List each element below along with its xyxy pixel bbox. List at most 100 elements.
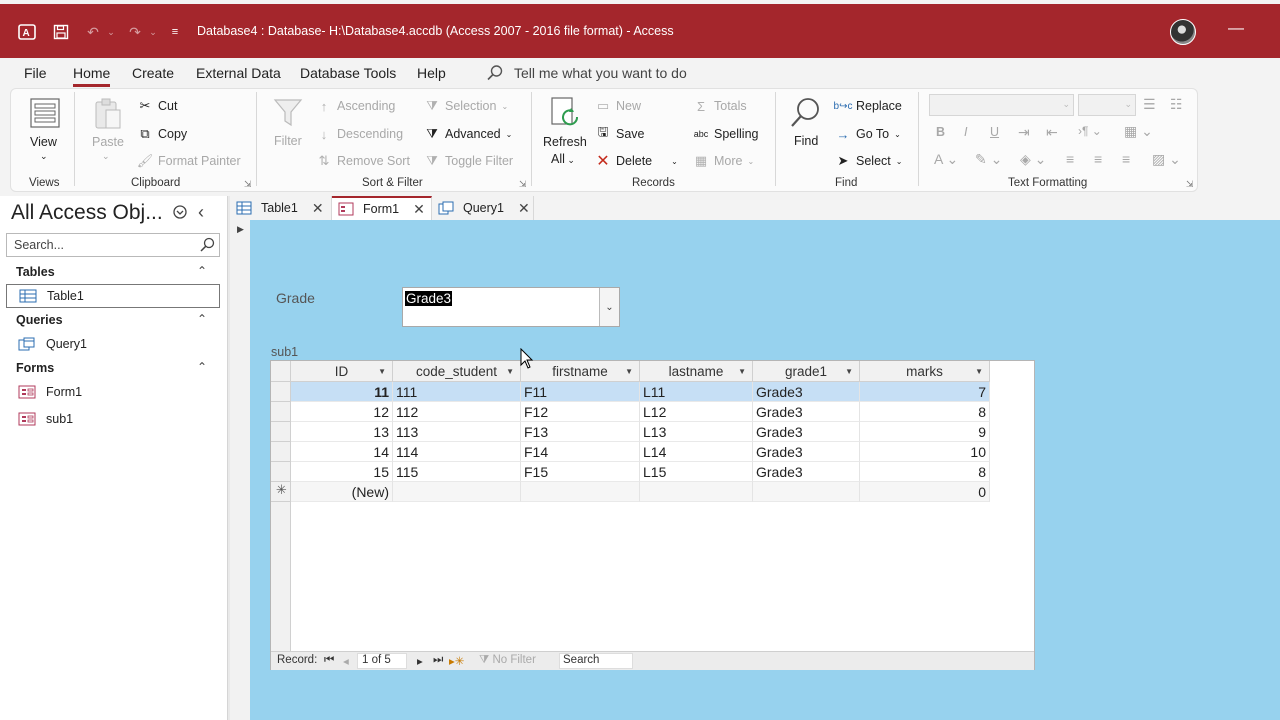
column-header-id[interactable]: ID ▼ bbox=[291, 361, 393, 382]
cell-lastname[interactable]: L13 bbox=[640, 422, 753, 442]
cell-grade1[interactable]: Grade3 bbox=[753, 382, 860, 402]
column-header-marks[interactable]: marks ▼ bbox=[860, 361, 990, 382]
chevron-up-icon[interactable]: ⌃ bbox=[197, 264, 207, 278]
text-formatting-launcher-icon[interactable]: ⇲ bbox=[1186, 179, 1194, 190]
tab-database-tools[interactable]: Database Tools bbox=[300, 65, 396, 81]
filter-icon[interactable] bbox=[273, 97, 303, 129]
row-selector[interactable]: ✳ bbox=[271, 482, 291, 502]
cell-id[interactable]: 15 bbox=[291, 462, 393, 482]
selection-button[interactable]: ⧩ Selection ⌄ bbox=[424, 98, 508, 114]
advanced-button[interactable]: ⧩ Advanced ⌄ bbox=[424, 126, 512, 142]
cell-id[interactable]: 11 bbox=[291, 382, 393, 402]
undo-dropdown-icon[interactable]: ⌄ bbox=[100, 21, 122, 43]
sort-arrow-icon[interactable]: ▼ bbox=[738, 367, 746, 376]
cell-grade1[interactable]: Grade3 bbox=[753, 462, 860, 482]
tab-help[interactable]: Help bbox=[417, 65, 446, 81]
cell-id-new[interactable]: (New) bbox=[291, 482, 393, 502]
nav-group-forms[interactable]: Forms bbox=[16, 361, 54, 375]
tab-home[interactable]: Home bbox=[73, 65, 111, 87]
redo-dropdown-icon[interactable]: ⌄ bbox=[142, 21, 164, 43]
tab-create[interactable]: Create bbox=[132, 65, 174, 81]
select-button[interactable]: ➤ Select ⌄ bbox=[835, 153, 903, 169]
cell-firstname[interactable]: F12 bbox=[521, 402, 640, 422]
highlight-icon[interactable]: ✎ ⌄ bbox=[975, 151, 1002, 168]
bullets-icon[interactable]: ☰ bbox=[1143, 96, 1156, 113]
sort-filter-launcher-icon[interactable]: ⇲ bbox=[519, 179, 527, 190]
doc-tab-table1[interactable]: Table1 ✕ bbox=[230, 196, 332, 220]
cell-lastname[interactable]: L11 bbox=[640, 382, 753, 402]
spelling-button[interactable]: abc Spelling bbox=[693, 126, 759, 142]
first-record-icon[interactable]: ⏮ bbox=[324, 654, 334, 667]
close-icon[interactable]: ✕ bbox=[518, 200, 530, 217]
cell-grade1[interactable]: Grade3 bbox=[753, 442, 860, 462]
alternate-row-color-icon[interactable]: ▨ ⌄ bbox=[1152, 151, 1181, 168]
find-button[interactable]: Find bbox=[794, 134, 818, 148]
cut-button[interactable]: ✂ Cut bbox=[137, 98, 178, 114]
cell-marks[interactable]: 8 bbox=[860, 402, 990, 422]
row-selector[interactable] bbox=[271, 462, 291, 482]
paste-dropdown-icon[interactable]: ⌄ bbox=[102, 151, 110, 162]
align-center-icon[interactable]: ≡ bbox=[1094, 151, 1102, 167]
align-right-icon[interactable]: ≡ bbox=[1122, 151, 1130, 167]
cell-code-student[interactable]: 115 bbox=[393, 462, 521, 482]
column-header-grade1[interactable]: grade1 ▼ bbox=[753, 361, 860, 382]
more-button[interactable]: ▦ More ⌄ bbox=[693, 153, 754, 169]
cell-marks[interactable]: 10 bbox=[860, 442, 990, 462]
cell-lastname[interactable]: L14 bbox=[640, 442, 753, 462]
numbering-icon[interactable]: ☷ bbox=[1170, 96, 1183, 113]
no-filter-button[interactable]: ⧩ No Filter bbox=[479, 654, 536, 667]
cell-marks[interactable]: 8 bbox=[860, 462, 990, 482]
sort-arrow-icon[interactable]: ▼ bbox=[506, 367, 514, 376]
decrease-indent-icon[interactable]: ⇤ bbox=[1046, 124, 1058, 141]
column-header-code-student[interactable]: code_student ▼ bbox=[393, 361, 521, 382]
minimize-button[interactable]: — bbox=[1224, 20, 1248, 42]
current-record-field[interactable]: 1 of 5 bbox=[357, 653, 407, 669]
paste-button[interactable]: Paste bbox=[92, 135, 124, 149]
cell-firstname[interactable]: F13 bbox=[521, 422, 640, 442]
tab-file[interactable]: File bbox=[24, 65, 47, 81]
save-icon[interactable] bbox=[50, 21, 72, 43]
nav-menu-icon[interactable] bbox=[172, 204, 188, 220]
tab-external-data[interactable]: External Data bbox=[196, 65, 281, 81]
row-selector[interactable] bbox=[271, 382, 291, 402]
avatar[interactable] bbox=[1170, 19, 1196, 45]
cell-grade1[interactable] bbox=[753, 482, 860, 502]
cell-id[interactable]: 14 bbox=[291, 442, 393, 462]
sort-arrow-icon[interactable]: ▼ bbox=[845, 367, 853, 376]
column-header-firstname[interactable]: firstname ▼ bbox=[521, 361, 640, 382]
row-selector[interactable] bbox=[271, 442, 291, 462]
nav-search-input[interactable]: Search... bbox=[6, 233, 220, 257]
cell-lastname[interactable] bbox=[640, 482, 753, 502]
cell-code-student[interactable]: 112 bbox=[393, 402, 521, 422]
cell-lastname[interactable]: L12 bbox=[640, 402, 753, 422]
record-search-input[interactable]: Search bbox=[559, 653, 633, 669]
cell-marks[interactable]: 7 bbox=[860, 382, 990, 402]
new-blank-record-icon[interactable]: ▸✳ bbox=[449, 654, 464, 668]
align-left-icon[interactable]: ≡ bbox=[1066, 151, 1074, 167]
customize-toolbar-icon[interactable]: ≡ bbox=[164, 21, 186, 43]
cell-id[interactable]: 12 bbox=[291, 402, 393, 422]
sort-arrow-icon[interactable]: ▼ bbox=[625, 367, 633, 376]
font-name-combo[interactable]: ⌄ bbox=[929, 94, 1074, 116]
gridlines-icon[interactable]: ▦ ⌄ bbox=[1124, 123, 1153, 140]
collapse-pane-icon[interactable]: ‹ bbox=[198, 202, 204, 223]
close-icon[interactable]: ✕ bbox=[413, 201, 425, 218]
row-selector[interactable] bbox=[271, 402, 291, 422]
toggle-filter-button[interactable]: ⧩ Toggle Filter bbox=[424, 153, 513, 169]
nav-item-table1[interactable]: Table1 bbox=[6, 284, 220, 308]
form-record-selector[interactable]: ▶ bbox=[230, 220, 250, 720]
cell-marks-new[interactable]: 0 bbox=[860, 482, 990, 502]
font-color-icon[interactable]: A ⌄ bbox=[934, 151, 958, 168]
replace-button[interactable]: b↪c Replace bbox=[834, 98, 902, 114]
nav-item-query1[interactable]: Query1 bbox=[6, 332, 220, 356]
font-size-combo[interactable]: ⌄ bbox=[1078, 94, 1136, 116]
cell-firstname[interactable]: F11 bbox=[521, 382, 640, 402]
descending-button[interactable]: ↓ Descending bbox=[316, 126, 403, 142]
grade-combo-box[interactable]: Grade3 ⌄ bbox=[402, 287, 620, 327]
ascending-button[interactable]: ↑ Ascending bbox=[316, 98, 396, 114]
find-icon[interactable] bbox=[789, 96, 823, 130]
view-button[interactable]: View bbox=[30, 135, 57, 149]
sort-arrow-icon[interactable]: ▼ bbox=[378, 367, 386, 376]
nav-pane-title[interactable]: All Access Obj... bbox=[11, 201, 163, 225]
refresh-icon[interactable] bbox=[549, 96, 583, 130]
